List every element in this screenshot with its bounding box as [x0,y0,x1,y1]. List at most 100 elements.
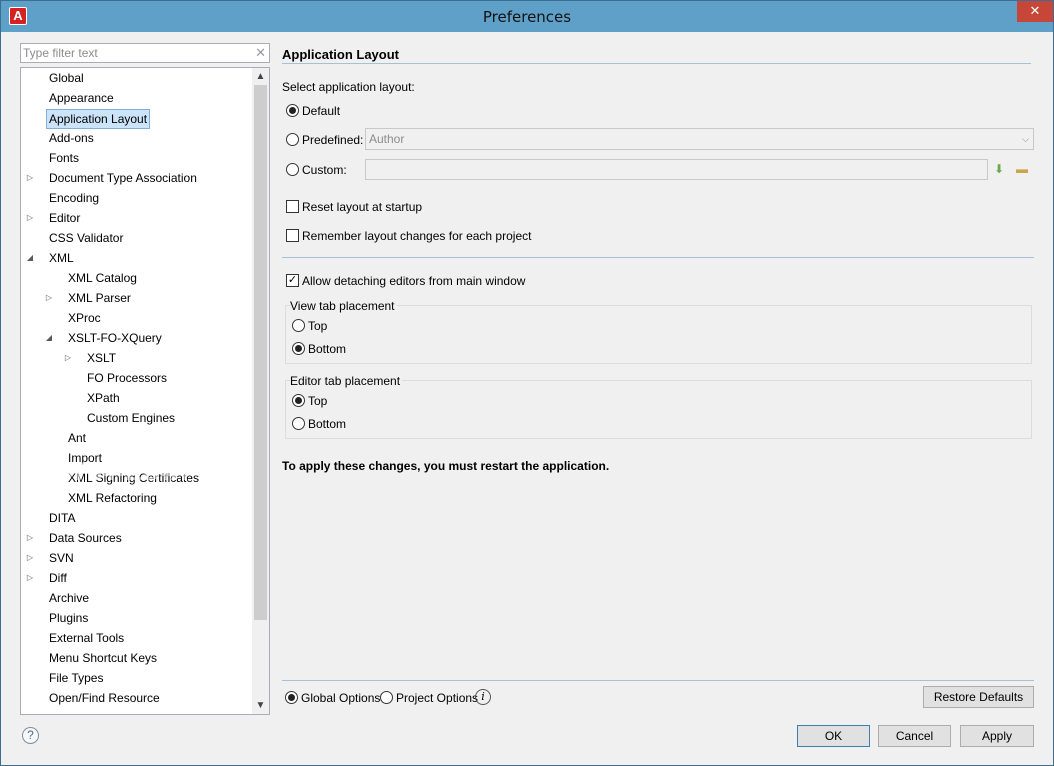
scroll-up-icon[interactable]: ▲ [252,68,269,85]
collapsed-arrow-icon[interactable]: ▷ [25,529,35,547]
tree-item[interactable]: ◢ XML [21,249,251,267]
editor-tab-bottom-radio[interactable] [292,417,305,430]
tree-item[interactable]: XML Catalog [21,269,251,287]
preferences-tree: Open/Find Resource File Types Menu Shortcu… [20,67,270,715]
tree-item[interactable]: Add-ons [21,129,251,147]
tree-item[interactable]: Menu Shortcut Keys [21,649,251,667]
remember-layout-checkbox[interactable] [286,229,299,242]
tree-item[interactable]: ▷ SVN [21,549,251,567]
project-options-label[interactable]: Project Options [396,691,478,705]
tree-item-label: DITA [49,511,76,525]
custom-layout-field[interactable] [365,159,988,180]
view-tab-bottom-radio[interactable] [292,342,305,355]
tree-item[interactable]: Plugins [21,609,251,627]
tree-scrollbar[interactable]: ▲ ▼ [252,68,269,714]
layout-default-label[interactable]: Default [302,104,340,118]
editor-tab-top-radio[interactable] [292,394,305,407]
tree-item[interactable]: XML Refactoring [21,489,251,507]
window-title: Preferences [482,8,572,26]
reset-layout-checkbox[interactable] [286,200,299,213]
tree-item-label: CSS Validator [49,231,124,245]
scroll-thumb[interactable] [254,85,267,620]
tree-item[interactable]: ▷ XSLT [21,349,251,367]
tree-item[interactable]: Ant [21,429,251,447]
tree-item[interactable]: DITA [21,509,251,527]
layout-default-radio[interactable] [286,104,299,117]
layout-custom-label[interactable]: Custom: [302,163,347,177]
tree-item[interactable]: Archive [21,589,251,607]
tree-item-label: Data Sources [49,531,122,545]
filter-input[interactable] [21,44,246,62]
collapsed-arrow-icon[interactable]: ▷ [63,349,73,367]
help-icon[interactable]: ? [22,727,39,744]
restore-defaults-button[interactable]: Restore Defaults [923,686,1034,708]
tree-item-label: XML Catalog [68,271,137,285]
tree-item[interactable]: Encoding [21,189,251,207]
tree-item[interactable]: CSS Validator [21,229,251,247]
global-options-radio[interactable] [285,691,298,704]
tree-item[interactable]: ◢ XSLT-FO-XQuery [21,329,251,347]
select-layout-label: Select application layout: [282,80,415,94]
tree-item[interactable]: ▷ XML Parser [21,289,251,307]
ok-button[interactable]: OK [797,725,870,747]
tree-item[interactable]: Custom Engines [21,409,251,427]
expanded-arrow-icon[interactable]: ◢ [25,249,35,267]
view-tab-bottom-label[interactable]: Bottom [308,342,346,356]
tree-item-label: Fonts [49,151,80,165]
tree-item-label: XSLT-FO-XQuery [68,331,162,345]
expanded-arrow-icon[interactable]: ◢ [44,329,54,347]
view-tab-group [285,305,1032,364]
editor-tab-top-label[interactable]: Top [308,394,327,408]
tree-item[interactable]: XProc [21,309,251,327]
collapsed-arrow-icon[interactable]: ▷ [25,569,35,587]
scroll-down-icon[interactable]: ▼ [252,697,269,714]
view-tab-top-label[interactable]: Top [308,319,327,333]
tree-item[interactable]: Fonts [21,149,251,167]
tree-item[interactable]: Import [21,449,251,467]
apply-button[interactable]: Apply [960,725,1034,747]
view-tab-top-radio[interactable] [292,319,305,332]
tree-item[interactable]: Open/Find Resource [21,689,251,707]
layout-custom-radio[interactable] [286,163,299,176]
layout-predefined-radio[interactable] [286,133,299,146]
tree-item-label: Diff [49,571,67,585]
tree-item[interactable]: File Types [21,669,251,687]
allow-detaching-checkbox[interactable]: ✓ [286,274,299,287]
section-divider [282,257,1034,258]
reset-layout-label[interactable]: Reset layout at startup [302,200,422,214]
tree-item[interactable]: External Tools [21,629,251,647]
info-icon[interactable]: i [475,689,491,705]
predefined-layout-select[interactable]: Author ⌵ [365,128,1034,150]
cancel-button[interactable]: Cancel [878,725,951,747]
tree-item[interactable]: XPath [21,389,251,407]
tree-item[interactable]: Appearance [21,89,251,107]
tree-item[interactable]: ▷ Data Sources [21,529,251,547]
tree-item[interactable]: FO Processors [21,369,251,387]
global-options-label[interactable]: Global Options [301,691,380,705]
collapsed-arrow-icon[interactable]: ▷ [25,209,35,227]
folder-icon[interactable]: ▬ [1014,161,1030,177]
project-options-radio[interactable] [380,691,393,704]
editor-tab-bottom-label[interactable]: Bottom [308,417,346,431]
tree-item[interactable]: Application Layout [21,109,251,129]
tree-item-label: Plugins [49,611,89,625]
allow-detaching-label[interactable]: Allow detaching editors from main window [302,274,525,288]
collapsed-arrow-icon[interactable]: ▷ [25,549,35,567]
filter-field[interactable]: ✕ [20,43,270,63]
remember-layout-label[interactable]: Remember layout changes for each project [302,229,531,243]
tree-item[interactable]: ▷ Diff [21,569,251,587]
editor-tab-title: Editor tab placement [290,374,403,388]
predefined-layout-value: Author [369,132,405,146]
close-button[interactable]: ✕ [1017,1,1053,22]
tree-item[interactable]: ▷ Document Type Association [21,169,251,187]
download-icon[interactable]: ⬇ [991,161,1007,177]
collapsed-arrow-icon[interactable]: ▷ [25,169,35,187]
clear-filter-icon[interactable]: ✕ [255,45,266,61]
layout-predefined-label[interactable]: Predefined: [302,133,363,147]
tree-item-label: Encoding [49,191,100,205]
tree-item-label: XML Signing Certificates [68,471,199,485]
tree-item[interactable]: Global [21,69,251,87]
tree-item[interactable]: XML Signing Certificates [21,469,251,487]
tree-item[interactable]: ▷ Editor [21,209,251,227]
collapsed-arrow-icon[interactable]: ▷ [44,289,54,307]
